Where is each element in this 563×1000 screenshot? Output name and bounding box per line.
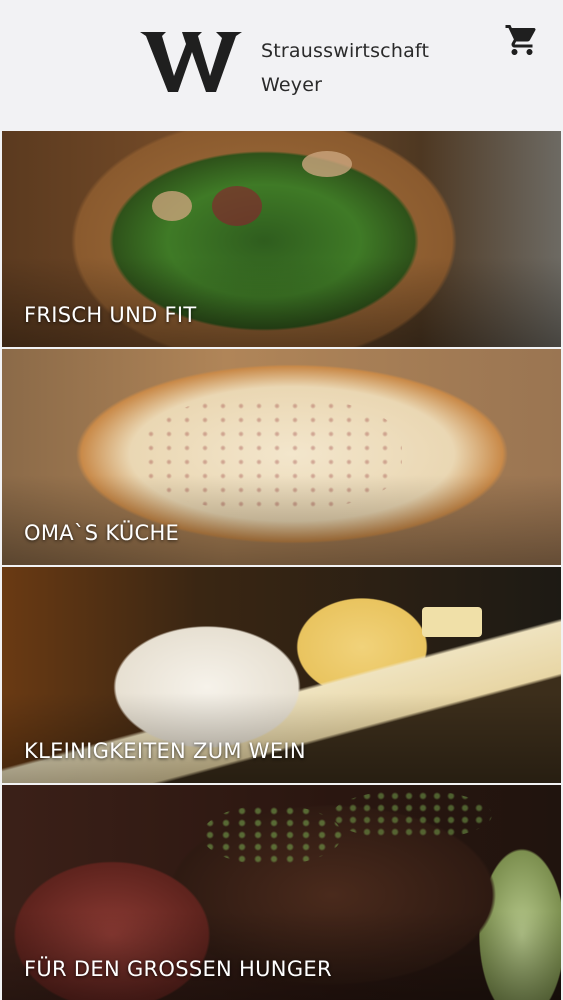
herb-topping: [202, 805, 342, 865]
chicken-piece: [302, 151, 352, 177]
category-tile-omas-kueche[interactable]: OMA`S KÜCHE: [2, 349, 561, 565]
category-label: FRISCH UND FIT: [24, 303, 197, 327]
brand-line-1: Strausswirtschaft: [261, 40, 430, 62]
category-tile-frisch-und-fit[interactable]: FRISCH UND FIT: [2, 131, 561, 347]
category-tile-fuer-den-grossen-hunger[interactable]: FÜR DEN GROSSEN HUNGER: [2, 785, 561, 1000]
weyer-logo[interactable]: [140, 30, 242, 94]
shopping-cart-icon[interactable]: [504, 22, 540, 58]
category-tile-kleinigkeiten-zum-wein[interactable]: KLEINIGKEITEN ZUM WEIN: [2, 567, 561, 783]
brand-name: Strausswirtschaft Weyer: [261, 34, 429, 102]
herb-topping: [332, 790, 492, 840]
category-list: FRISCH UND FIT OMA`S KÜCHE KLEINIGKEITEN…: [2, 131, 561, 1000]
pomegranate-seeds: [212, 186, 262, 226]
app-header: Strausswirtschaft Weyer: [0, 0, 563, 131]
category-label: FÜR DEN GROSSEN HUNGER: [24, 957, 332, 981]
brand-line-2: Weyer: [261, 74, 323, 96]
category-label: KLEINIGKEITEN ZUM WEIN: [24, 739, 306, 763]
cheese-cube: [422, 607, 482, 637]
chicken-piece: [152, 191, 192, 221]
category-label: OMA`S KÜCHE: [24, 521, 180, 545]
